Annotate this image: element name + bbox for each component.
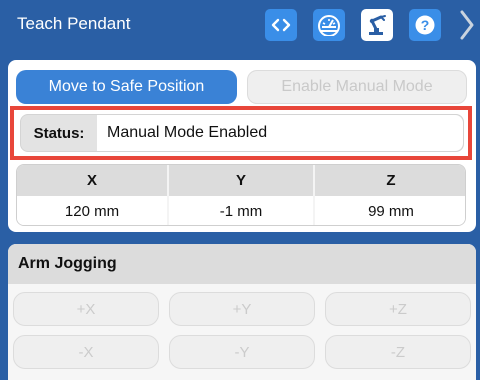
next-button[interactable]: [456, 6, 478, 44]
jog-minus-z-button[interactable]: -Z: [325, 335, 471, 369]
help-button[interactable]: ?: [409, 9, 441, 41]
help-icon: ?: [415, 15, 435, 35]
speedometer-icon: [318, 15, 340, 36]
position-header-x: X: [17, 165, 167, 196]
code-brackets-icon: [271, 18, 291, 32]
position-value-y: -1 mm: [169, 196, 313, 225]
position-value-z: 99 mm: [315, 196, 465, 225]
chevron-right-icon: [460, 10, 474, 40]
position-header-z: Z: [315, 165, 465, 196]
position-column-x: X 120 mm: [17, 165, 167, 225]
position-column-y: Y -1 mm: [169, 165, 313, 225]
position-table: X 120 mm Y -1 mm Z 99 mm: [16, 164, 466, 226]
move-to-safe-position-button[interactable]: Move to Safe Position: [16, 70, 237, 104]
control-panel: Move to Safe Position Enable Manual Mode…: [8, 60, 476, 232]
robot-arm-button[interactable]: [361, 9, 393, 41]
arm-jogging-panel: Arm Jogging +X +Y +Z -X -Y -Z: [8, 244, 476, 380]
enable-manual-mode-button[interactable]: Enable Manual Mode: [247, 70, 467, 104]
code-view-button[interactable]: [265, 9, 297, 41]
position-header-y: Y: [169, 165, 313, 196]
jog-plus-z-button[interactable]: +Z: [325, 292, 471, 326]
jog-plus-y-button[interactable]: +Y: [169, 292, 315, 326]
dashboard-button[interactable]: [313, 9, 345, 41]
status-label: Status:: [33, 124, 85, 142]
jog-plus-x-button[interactable]: +X: [13, 292, 159, 326]
position-value-x: 120 mm: [17, 196, 167, 225]
robot-arm-icon: [369, 15, 386, 35]
jog-minus-y-button[interactable]: -Y: [169, 335, 315, 369]
position-column-z: Z 99 mm: [315, 165, 465, 225]
jog-minus-x-button[interactable]: -X: [13, 335, 159, 369]
arm-jogging-title: Arm Jogging: [8, 244, 476, 284]
svg-text:?: ?: [421, 17, 430, 33]
status-value: Manual Mode Enabled: [97, 115, 463, 151]
status-highlight: Status: Manual Mode Enabled: [10, 106, 472, 160]
top-bar: Teach Pendant ?: [0, 0, 480, 50]
status-field: Status: Manual Mode Enabled: [20, 114, 464, 152]
app-title: Teach Pendant: [17, 14, 131, 33]
